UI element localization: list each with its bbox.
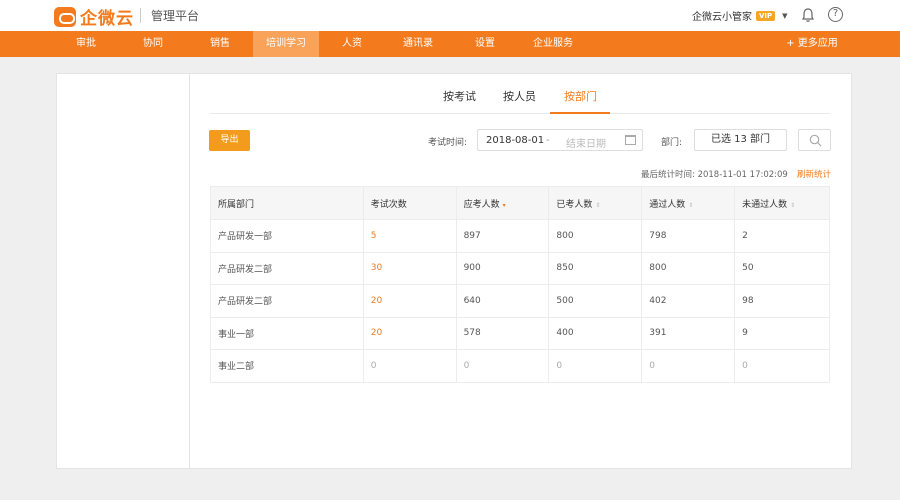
sort-icon[interactable]: ⇕	[595, 202, 600, 209]
cell-department: 产品研发一部	[210, 219, 364, 252]
cell-expected: 900	[456, 251, 550, 285]
cloud-logo-icon	[54, 6, 76, 27]
sort-icon[interactable]: ⇕	[688, 202, 693, 209]
last-stat-time: 最后统计时间: 2018-11-01 17:02:09	[641, 170, 788, 180]
active-tab-indicator	[550, 112, 610, 114]
user-menu[interactable]: 企微云小管家 VIP ▼	[692, 8, 788, 23]
cell-passed: 0	[641, 349, 736, 382]
nav-item-sales[interactable]: 销售	[194, 31, 246, 57]
cell-exam-count: 0	[363, 349, 457, 382]
cell-department: 产品研发二部	[210, 251, 364, 285]
tab-by-department[interactable]: 按部门	[564, 88, 597, 104]
department-stats-table: 所属部门 考试次数 应考人数 ▾ 已考人数 ⇕ 通过人数 ⇕ 未通过人数 ⇕ 产品研发一…	[210, 186, 830, 383]
sort-icon[interactable]: ⇕	[790, 202, 795, 209]
cell-taken: 850	[548, 251, 643, 285]
nav-item-settings[interactable]: 设置	[459, 31, 511, 57]
export-button[interactable]: 导出	[209, 130, 250, 151]
cell-taken: 400	[548, 316, 643, 350]
exam-time-label: 考试时间:	[428, 138, 468, 148]
nav-item-contacts[interactable]: 通讯录	[392, 31, 444, 57]
end-date-field[interactable]: 结束日期	[566, 135, 606, 150]
cell-department: 产品研发二部	[210, 284, 364, 317]
cell-expected: 578	[456, 316, 550, 350]
table-row: 产品研发一部 5 897 800 798 2	[210, 219, 830, 252]
nav-item-collaboration[interactable]: 协同	[127, 31, 179, 57]
cell-taken: 0	[548, 349, 643, 382]
date-range-picker[interactable]: 2018-08-01 - 结束日期	[477, 129, 643, 151]
help-icon[interactable]: ?	[828, 7, 843, 22]
cell-taken: 500	[548, 284, 643, 317]
table-row: 产品研发二部 20 640 500 402 98	[210, 284, 830, 317]
platform-title: 管理平台	[151, 9, 200, 23]
cell-passed: 402	[641, 284, 736, 317]
cell-exam-count[interactable]: 20	[363, 316, 457, 350]
header-exam-count: 考试次数	[363, 186, 457, 220]
refresh-stats-link[interactable]: 刷新统计	[797, 168, 831, 180]
chevron-down-icon: ▼	[782, 11, 788, 20]
table-header-row: 所属部门 考试次数 应考人数 ▾ 已考人数 ⇕ 通过人数 ⇕ 未通过人数 ⇕	[210, 186, 830, 220]
nav-item-training[interactable]: 培训学习	[253, 31, 319, 57]
cell-failed: 2	[734, 219, 830, 252]
search-button[interactable]	[798, 129, 831, 151]
start-date-field[interactable]: 2018-08-01	[486, 135, 544, 146]
cell-taken: 800	[548, 219, 643, 252]
table-row: 事业一部 20 578 400 391 9	[210, 316, 830, 350]
search-icon	[809, 134, 822, 147]
user-name: 企微云小管家	[692, 12, 752, 23]
department-label: 部门:	[661, 138, 683, 148]
header-expected[interactable]: 应考人数 ▾	[456, 186, 550, 220]
cell-failed: 0	[734, 349, 830, 382]
date-range-separator: -	[546, 135, 550, 146]
brand-name: 企微云	[80, 9, 134, 29]
header-failed[interactable]: 未通过人数 ⇕	[734, 186, 830, 220]
brand-logo[interactable]: 企微云	[54, 4, 134, 29]
cell-exam-count[interactable]: 20	[363, 284, 457, 317]
cell-failed: 98	[734, 284, 830, 317]
cell-expected: 0	[456, 349, 550, 382]
tab-by-person[interactable]: 按人员	[503, 88, 536, 104]
header-taken[interactable]: 已考人数 ⇕	[548, 186, 643, 220]
department-selector[interactable]: 已选 13 部门	[694, 129, 787, 151]
main-nav: 审批 协同 销售 培训学习 人资 通讯录 设置 企业服务 + 更多应用	[0, 31, 900, 57]
nav-item-hr[interactable]: 人资	[326, 31, 378, 57]
calendar-icon[interactable]	[625, 135, 636, 145]
vip-badge: VIP	[756, 10, 776, 21]
nav-item-approval[interactable]: 审批	[60, 31, 112, 57]
cell-passed: 800	[641, 251, 736, 285]
cell-expected: 640	[456, 284, 550, 317]
sort-icon[interactable]: ▾	[503, 202, 506, 209]
header-passed[interactable]: 通过人数 ⇕	[641, 186, 736, 220]
cell-failed: 50	[734, 251, 830, 285]
cell-passed: 798	[641, 219, 736, 252]
bell-icon[interactable]	[800, 7, 816, 23]
table-row: 事业二部 0 0 0 0 0	[210, 349, 830, 382]
cell-passed: 391	[641, 316, 736, 350]
cell-exam-count[interactable]: 5	[363, 219, 457, 252]
view-tabs: 按考试 按人员 按部门	[210, 78, 830, 114]
table-row: 产品研发二部 30 900 850 800 50	[210, 251, 830, 285]
cell-department: 事业二部	[210, 349, 364, 382]
cell-department: 事业一部	[210, 316, 364, 350]
nav-item-enterprise-service[interactable]: 企业服务	[522, 31, 584, 57]
header-department: 所属部门	[210, 186, 364, 220]
header-divider	[140, 8, 141, 23]
tab-by-exam[interactable]: 按考试	[443, 88, 476, 104]
top-bar: 企微云 管理平台 企微云小管家 VIP ▼ ?	[0, 0, 900, 31]
sidebar-divider	[189, 74, 190, 468]
cell-exam-count[interactable]: 30	[363, 251, 457, 285]
cell-expected: 897	[456, 219, 550, 252]
more-apps-button[interactable]: + 更多应用	[776, 31, 848, 57]
cell-failed: 9	[734, 316, 830, 350]
